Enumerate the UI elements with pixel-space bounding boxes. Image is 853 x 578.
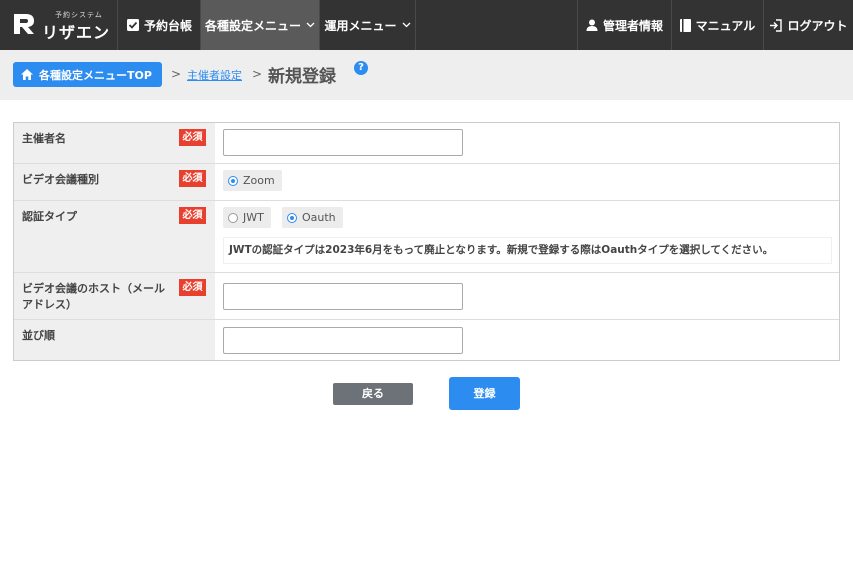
checkbox-icon [126,19,139,31]
field-value-cell [215,320,839,360]
field-value-cell: JWT Oauth JWTの認証タイプは2023年6月をもって廃止となります。新… [215,201,839,272]
field-value-cell [215,273,839,319]
radio-selected-icon [287,212,297,223]
nav-label: 予約台帳 [143,18,192,33]
chevron-down-icon [402,22,410,28]
form-row-auth-type: 認証タイプ 必須 JWT Oauth JWTの認証タイプは2023年6月をもって… [14,201,839,273]
required-badge: 必須 [179,170,206,187]
radio-zoom[interactable]: Zoom [223,170,282,191]
field-label: ビデオ会議のホスト（メールアドレス） [22,282,165,311]
radio-jwt[interactable]: JWT [223,207,271,228]
breadcrumb-separator: > [171,67,182,81]
organizer-name-input[interactable] [223,129,463,156]
field-label-cell: ビデオ会議種別 必須 [14,164,215,200]
required-badge: 必須 [179,207,206,224]
required-badge: 必須 [179,129,206,146]
back-button[interactable]: 戻る [333,383,413,405]
form-row-video-type: ビデオ会議種別 必須 Zoom [14,164,839,201]
form-row-sort-order: 並び順 [14,320,839,360]
field-label: 認証タイプ [22,210,77,223]
logo-title: リザエン [42,23,111,42]
app-logo[interactable]: 予約システム リザエン [0,0,118,50]
sort-order-input[interactable] [223,327,463,354]
registration-form: 主催者名 必須 ビデオ会議種別 必須 Zoom 認証タイプ 必須 JWT Oau… [13,122,840,361]
logo-mark-icon [14,14,34,34]
radio-label: Oauth [302,211,336,224]
field-label-cell: 認証タイプ 必須 [14,201,215,272]
chevron-down-icon [306,22,315,28]
settings-top-label: 各種設定メニューTOP [39,68,152,82]
field-label: ビデオ会議種別 [22,173,99,186]
radio-unselected-icon [228,212,238,223]
nav-label: マニュアル [695,18,756,33]
help-icon[interactable]: ? [354,61,368,75]
nav-settings-menu[interactable]: 各種設定メニュー [201,0,320,50]
nav-manual[interactable]: マニュアル [671,0,763,50]
nav-logout[interactable]: ログアウト [763,0,853,50]
home-icon [21,69,33,80]
logout-icon [770,18,783,32]
radio-label: JWT [243,211,264,224]
settings-top-button[interactable]: 各種設定メニューTOP [13,62,162,87]
nav-label: ログアウト [787,18,848,33]
required-badge: 必須 [179,279,206,296]
breadcrumb: 各種設定メニューTOP > 主催者設定 > 新規登録 ? [0,50,853,100]
nav-admin-info[interactable]: 管理者情報 [577,0,671,50]
breadcrumb-organizer-settings-link[interactable]: 主催者設定 [187,67,242,83]
nav-reservation-ledger[interactable]: 予約台帳 [119,0,201,50]
nav-operation-menu[interactable]: 運用メニュー [320,0,416,50]
field-label: 並び順 [22,329,55,342]
field-value-cell [215,123,839,163]
field-label-cell: 主催者名 必須 [14,123,215,163]
register-button[interactable]: 登録 [449,377,520,410]
radio-label: Zoom [243,174,275,187]
field-label-cell: ビデオ会議のホスト（メールアドレス） 必須 [14,273,215,319]
form-row-organizer-name: 主催者名 必須 [14,123,839,164]
radio-selected-icon [228,175,238,186]
nav-label: 各種設定メニュー [204,18,301,33]
page-title: 新規登録 [268,67,336,87]
field-label-cell: 並び順 [14,320,215,360]
field-value-cell: Zoom [215,164,839,200]
field-label: 主催者名 [22,132,66,145]
nav-label: 管理者情報 [602,18,663,33]
user-icon [586,19,598,31]
form-row-host-email: ビデオ会議のホスト（メールアドレス） 必須 [14,273,839,320]
top-nav: 予約システム リザエン 予約台帳 各種設定メニュー 運用メニュー 管理者情報 マ… [0,0,853,50]
radio-oauth[interactable]: Oauth [282,207,343,228]
breadcrumb-separator: > [252,67,263,81]
book-icon [679,18,691,32]
nav-label: 運用メニュー [324,18,397,33]
auth-type-notice: JWTの認証タイプは2023年6月をもって廃止となります。新規で登録する際はOa… [223,237,832,264]
host-email-input[interactable] [223,283,463,310]
